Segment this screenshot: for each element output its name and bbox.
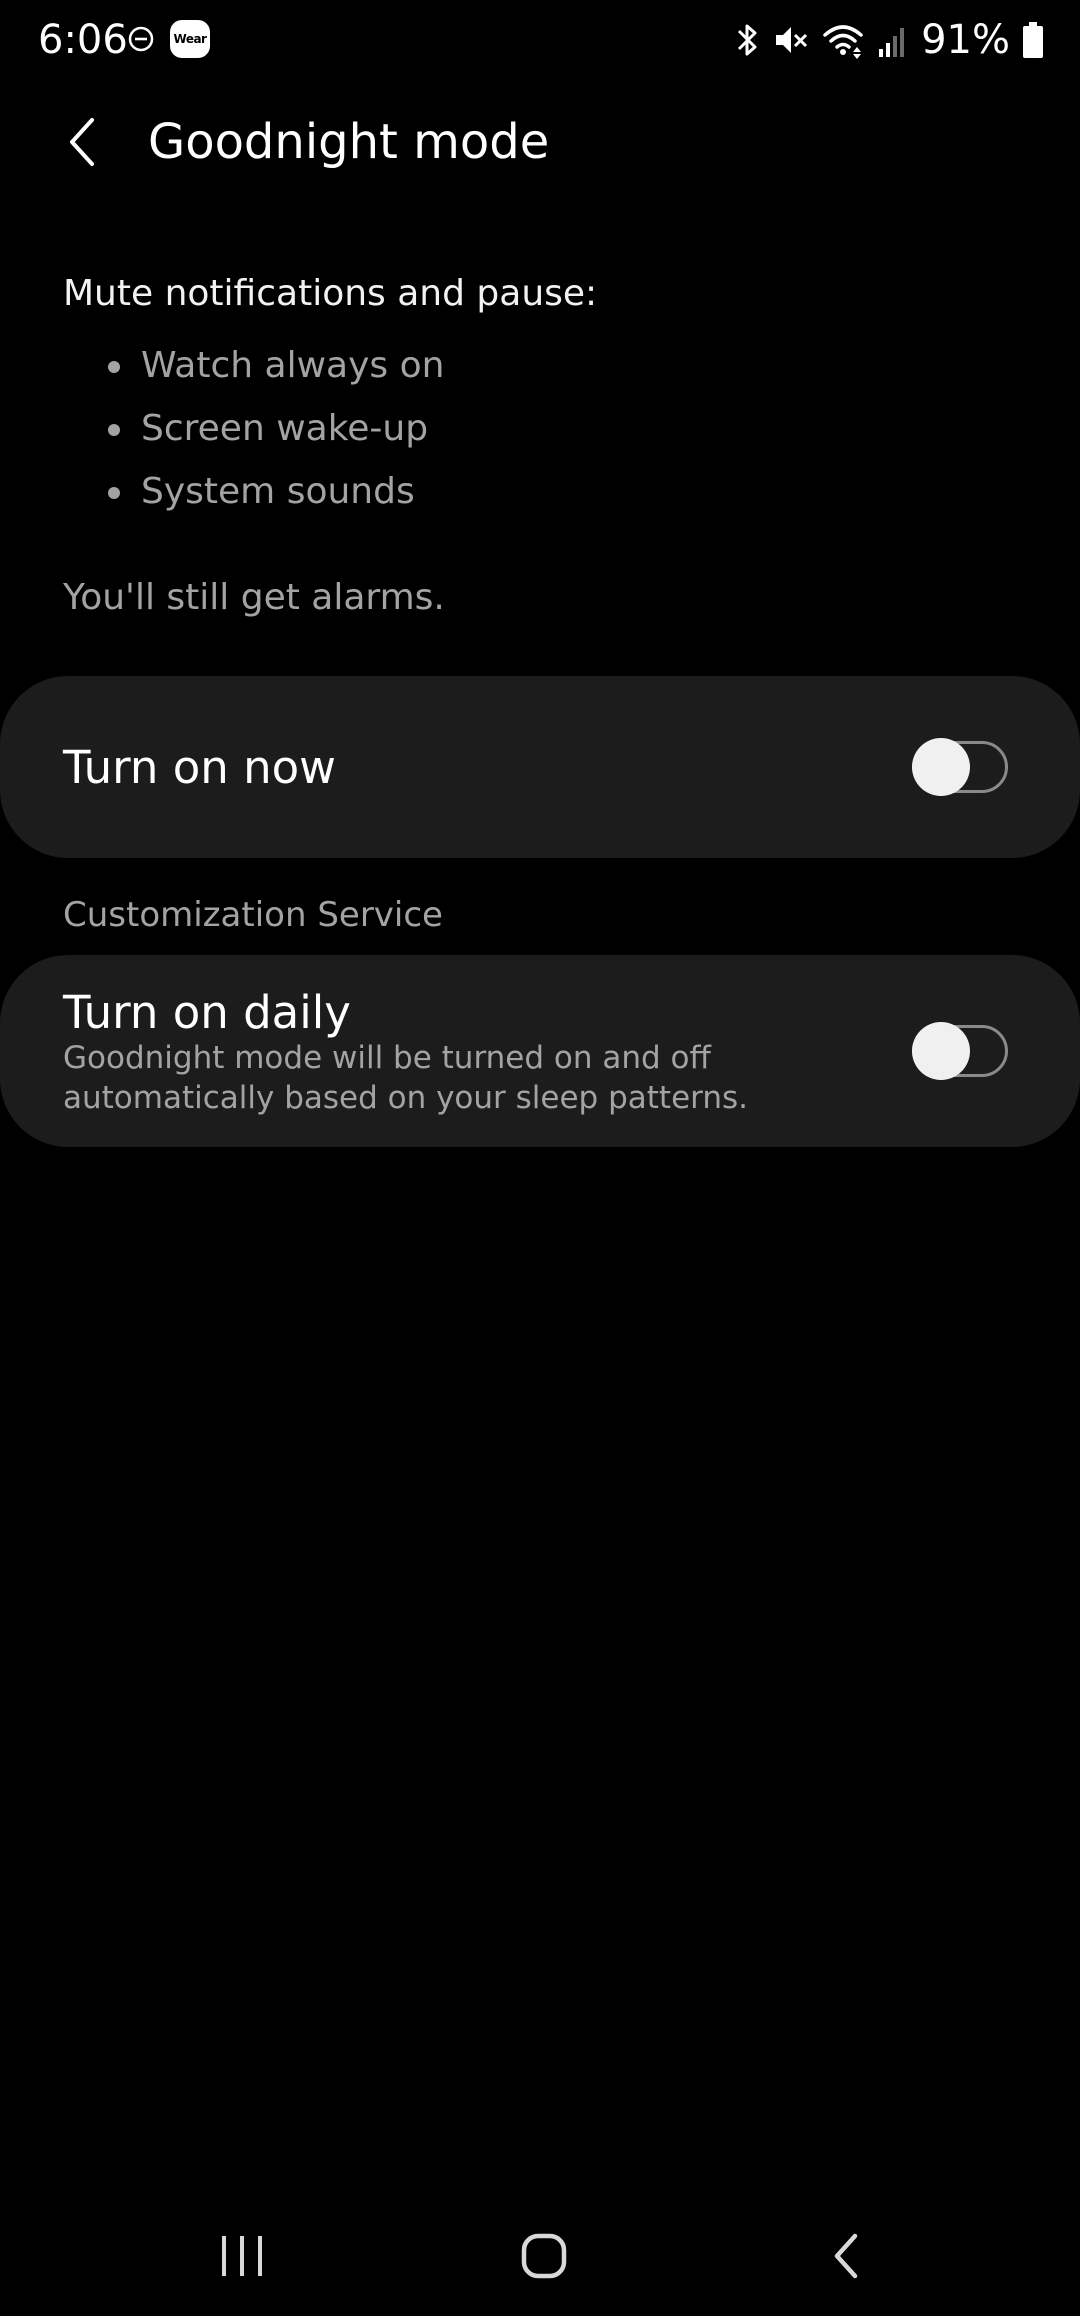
turn-on-daily-description: Goodnight mode will be turned on and off…: [63, 1040, 748, 1116]
bullet-icon: [108, 361, 120, 373]
do-not-disturb-icon: [128, 26, 154, 52]
list-item: Screen wake-up: [108, 403, 444, 466]
turn-on-daily-label: Turn on daily: [63, 986, 351, 1039]
turn-on-now-label: Turn on now: [63, 741, 336, 794]
turn-on-now-toggle[interactable]: [912, 738, 1008, 796]
list-item: Watch always on: [108, 340, 444, 403]
recent-apps-button[interactable]: [192, 2220, 292, 2292]
turn-on-daily-row[interactable]: Turn on daily Goodnight mode will be tur…: [0, 955, 1080, 1147]
page-title: Goodnight mode: [148, 114, 550, 170]
home-icon: [521, 2233, 567, 2279]
mute-icon: [776, 27, 808, 53]
wifi-icon: [823, 25, 863, 59]
nav-back-button[interactable]: [796, 2220, 896, 2292]
wear-icon-label: Wear: [173, 32, 207, 46]
bullet-icon: [108, 487, 120, 499]
turn-on-daily-toggle[interactable]: [912, 1022, 1008, 1080]
battery-percentage: 91%: [921, 17, 1010, 63]
toggle-knob: [912, 1022, 970, 1080]
navigation-bar: [0, 2200, 1080, 2316]
toggle-knob: [912, 738, 970, 796]
list-item-label: System sounds: [141, 471, 415, 512]
bullet-icon: [108, 424, 120, 436]
home-button[interactable]: [494, 2220, 594, 2292]
status-icons: 91%: [735, 14, 1044, 66]
status-time: 6:06: [38, 17, 128, 63]
list-item: System sounds: [108, 466, 444, 529]
list-item-label: Screen wake-up: [141, 408, 429, 449]
recent-apps-icon: [222, 2236, 262, 2276]
paused-features-list: Watch always on Screen wake-up System so…: [108, 340, 444, 529]
chevron-left-icon: [70, 118, 94, 166]
section-label: Customization Service: [63, 895, 443, 935]
alarm-note: You'll still get alarms.: [63, 577, 445, 618]
signal-icon: [879, 28, 905, 57]
battery-icon: [1023, 22, 1043, 58]
turn-on-now-row[interactable]: Turn on now: [0, 676, 1080, 858]
description-heading: Mute notifications and pause:: [63, 273, 598, 314]
status-bar: 6:06 Wear 91%: [0, 0, 1080, 80]
bluetooth-icon: [738, 24, 757, 56]
list-item-label: Watch always on: [141, 345, 445, 386]
back-button[interactable]: [52, 108, 112, 176]
back-icon: [834, 2233, 858, 2279]
wear-app-icon: Wear: [170, 20, 210, 58]
